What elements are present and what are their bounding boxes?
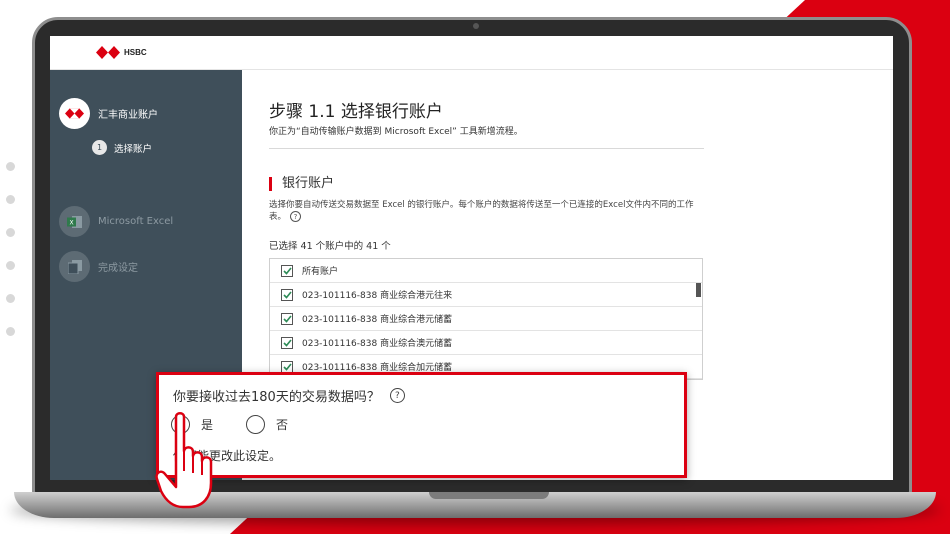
question-text: 你要接收过去180天的交易数据吗？ bbox=[173, 390, 380, 405]
selected-count: 已选择 41 个账户中的 41 个 bbox=[269, 241, 391, 252]
excel-icon: X bbox=[59, 206, 90, 237]
account-label: 023-101116-838 商业综合澳元储蓄 bbox=[302, 339, 453, 349]
help-icon[interactable]: ? bbox=[290, 211, 302, 222]
account-label: 023-101116-838 商业综合港元储蓄 bbox=[302, 315, 453, 325]
checkbox[interactable] bbox=[281, 360, 293, 373]
pagination-dots bbox=[6, 162, 18, 360]
description-text: 选择你要自动传送交易数据至 Excel 的银行账户。每个账户的数据将传送至一个已… bbox=[269, 200, 694, 222]
popup-question: 你要接收过去180天的交易数据吗？ ? bbox=[173, 386, 405, 405]
checkbox[interactable] bbox=[281, 312, 293, 325]
list-item[interactable]: 023-101116-838 商业综合港元往来 bbox=[270, 283, 702, 307]
section-description: 选择你要自动传送交易数据至 Excel 的银行账户。每个账户的数据将传送至一个已… bbox=[269, 199, 709, 223]
sidebar-sub-step-select-account[interactable]: 1 选择账户 bbox=[92, 140, 152, 155]
hsbc-logo: HSBC bbox=[96, 46, 147, 59]
radio-no[interactable] bbox=[246, 415, 266, 434]
account-label: 023-101116-838 商业综合港元往来 bbox=[302, 291, 453, 301]
laptop-base bbox=[14, 492, 936, 518]
radio-no-label[interactable]: 否 bbox=[276, 416, 288, 433]
hsbc-hexagon-icon bbox=[96, 46, 120, 59]
list-item[interactable]: 023-101116-838 商业综合澳元储蓄 bbox=[270, 331, 702, 355]
account-label: 所有账户 bbox=[302, 267, 339, 277]
scrollbar[interactable] bbox=[696, 283, 701, 379]
question-popup: 你要接收过去180天的交易数据吗？ ? 是 否 你不能更改此设定。 bbox=[156, 372, 687, 478]
divider bbox=[269, 148, 704, 149]
hsbc-hexagon-icon bbox=[59, 98, 90, 129]
page-title: 步骤 1.1 选择银行账户 bbox=[269, 102, 443, 122]
sidebar-step-hsbc-account[interactable]: 汇丰商业账户 bbox=[59, 98, 158, 129]
checkbox[interactable] bbox=[281, 264, 293, 277]
checkbox[interactable] bbox=[281, 336, 293, 349]
sidebar-step-label: 完成设定 bbox=[98, 263, 138, 274]
document-icon bbox=[59, 251, 90, 282]
logo-text: HSBC bbox=[124, 48, 147, 57]
help-icon[interactable]: ? bbox=[389, 388, 405, 403]
pointing-hand-icon bbox=[155, 412, 213, 509]
sidebar-step-excel[interactable]: X Microsoft Excel bbox=[59, 206, 173, 237]
list-item[interactable]: 所有账户 bbox=[270, 259, 702, 283]
checkbox[interactable] bbox=[281, 288, 293, 301]
sidebar-step-label: Microsoft Excel bbox=[98, 216, 174, 227]
account-list: 所有账户 023-101116-838 商业综合港元往来 023-101116-… bbox=[269, 258, 703, 380]
sidebar-step-label: 汇丰商业账户 bbox=[98, 110, 158, 121]
sub-step-label: 选择账户 bbox=[114, 143, 153, 155]
camera-icon bbox=[473, 23, 479, 29]
scroll-thumb[interactable] bbox=[696, 283, 701, 297]
sidebar-step-complete[interactable]: 完成设定 bbox=[59, 251, 138, 282]
list-item[interactable]: 023-101116-838 商业综合港元储蓄 bbox=[270, 307, 702, 331]
svg-text:X: X bbox=[69, 219, 73, 226]
section-title: 银行账户 bbox=[269, 177, 334, 191]
page-subtitle: 你正为“自动传输账户数据到 Microsoft Excel” 工具新增流程。 bbox=[269, 127, 523, 137]
sub-step-number: 1 bbox=[92, 140, 107, 155]
top-bar: HSBC bbox=[50, 36, 893, 70]
